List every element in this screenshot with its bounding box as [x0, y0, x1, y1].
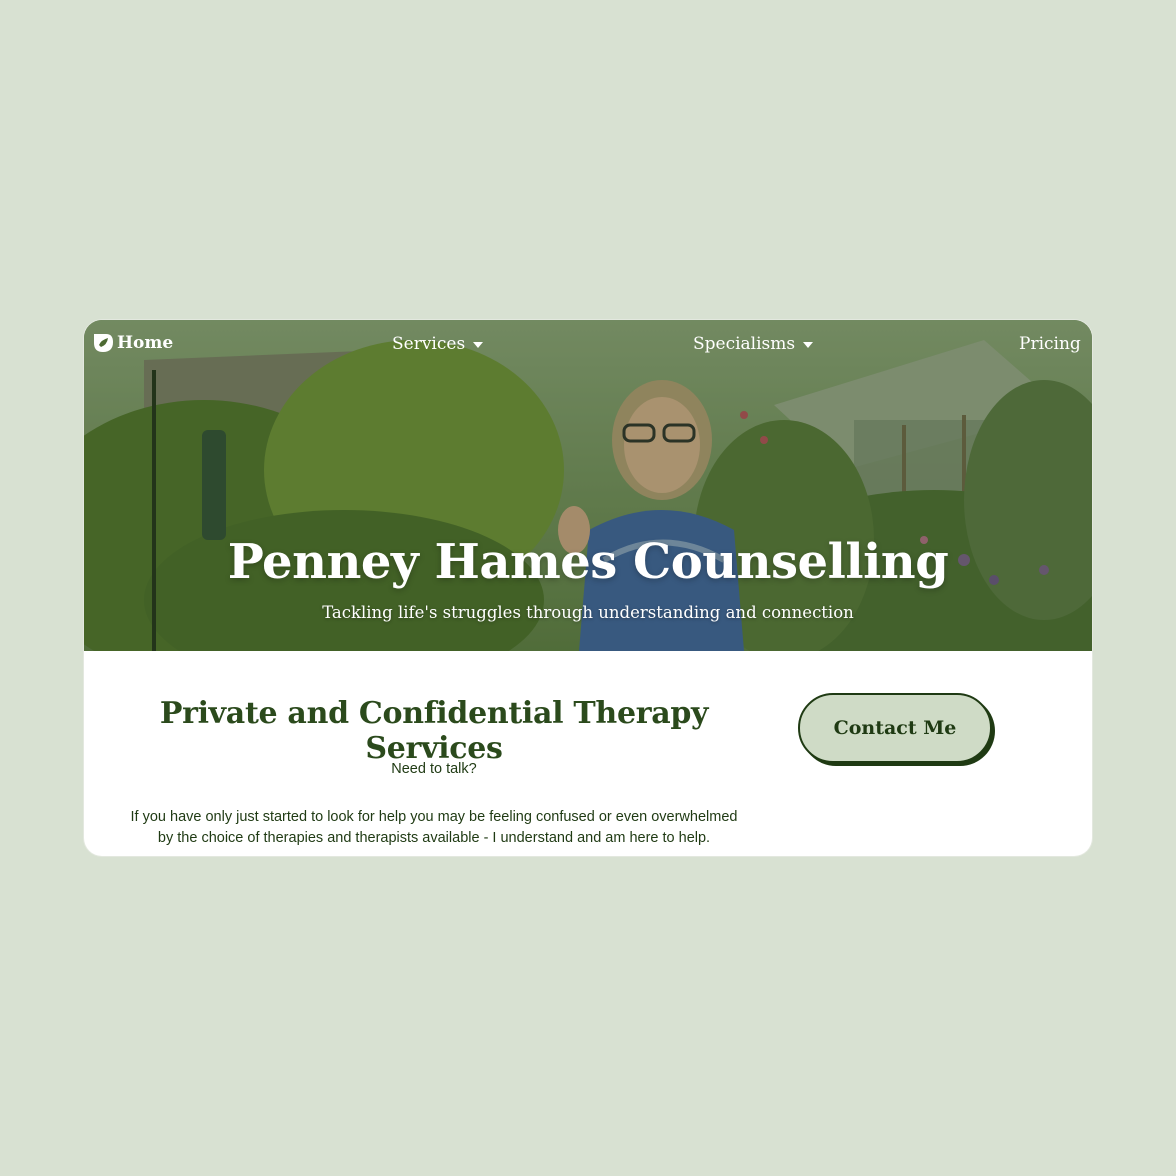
- nav-services-dropdown[interactable]: Services: [392, 334, 484, 354]
- need-to-talk-text: Need to talk?: [391, 761, 477, 777]
- caret-down-icon: [473, 342, 484, 348]
- intro-line-2: by the choice of therapies and therapist…: [157, 830, 711, 846]
- top-navigation: Home Services Specialisms Pricing: [84, 320, 1092, 370]
- nav-pricing-label: Pricing: [1019, 334, 1081, 354]
- hero-subtitle: Tackling life's struggles through unders…: [322, 603, 854, 622]
- nav-pricing-link[interactable]: Pricing: [1019, 334, 1081, 354]
- intro-line-1: If you have only just started to look fo…: [130, 809, 738, 825]
- section-heading: Private and Confidential Therapy Service…: [159, 696, 709, 766]
- caret-down-icon: [803, 342, 814, 348]
- nav-home-label: Home: [117, 333, 174, 353]
- nav-specialisms-label: Specialisms: [693, 334, 796, 354]
- site-card: Home Services Specialisms Pricing Penney…: [84, 320, 1092, 856]
- intro-paragraph: If you have only just started to look fo…: [114, 807, 754, 849]
- nav-home-link[interactable]: Home: [92, 332, 173, 354]
- leaf-logo-icon: [94, 334, 113, 352]
- nav-specialisms-dropdown[interactable]: Specialisms: [693, 334, 814, 354]
- hero-title: Penney Hames Counselling: [227, 534, 949, 590]
- nav-services-label: Services: [392, 334, 466, 354]
- contact-me-button[interactable]: Contact Me: [798, 693, 992, 763]
- hero-banner: Home Services Specialisms Pricing Penney…: [84, 320, 1092, 651]
